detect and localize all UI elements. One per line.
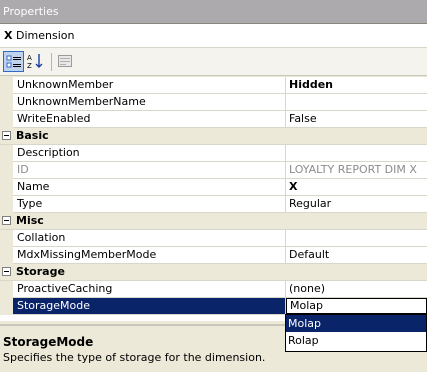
window-title: Properties: [3, 5, 59, 18]
sort-az-icon: A Z: [27, 54, 43, 69]
collapse-icon[interactable]: [2, 216, 11, 225]
property-value[interactable]: (none): [286, 281, 427, 297]
property-pages-button[interactable]: [55, 51, 76, 72]
row-gutter: [0, 145, 13, 162]
row-gutter: [0, 94, 13, 111]
category-storage[interactable]: Storage: [0, 264, 427, 281]
property-value[interactable]: [286, 94, 427, 110]
object-name: Dimension: [16, 29, 75, 42]
property-value[interactable]: False: [286, 111, 427, 127]
category-basic[interactable]: Basic: [0, 128, 427, 145]
toolbar-separator: [51, 53, 52, 71]
property-name[interactable]: MdxMissingMemberMode: [13, 247, 286, 263]
property-name[interactable]: Description: [13, 145, 286, 161]
row-gutter: [0, 162, 13, 179]
row-gutter: [0, 111, 13, 128]
description-text: Specifies the type of storage for the di…: [3, 351, 266, 364]
property-row-collation[interactable]: Collation: [0, 230, 427, 247]
property-value[interactable]: Default: [286, 247, 427, 263]
property-row-proactive-caching[interactable]: ProactiveCaching (none): [0, 281, 427, 298]
categorized-button[interactable]: [3, 51, 24, 72]
property-name[interactable]: UnknownMember: [13, 77, 286, 93]
categorized-icon: [6, 55, 21, 68]
property-name[interactable]: ID: [13, 162, 286, 178]
dropdown-option-rolap[interactable]: Rolap: [286, 332, 426, 349]
property-row-id[interactable]: ID LOYALTY REPORT DIM X: [0, 162, 427, 179]
property-row-description[interactable]: Description: [0, 145, 427, 162]
property-name[interactable]: ProactiveCaching: [13, 281, 286, 297]
property-grid: UnknownMember Hidden UnknownMemberName Writ…: [0, 77, 427, 321]
dropdown-option-molap[interactable]: Molap: [286, 315, 426, 332]
row-gutter: [0, 196, 13, 213]
collapse-icon[interactable]: [2, 267, 11, 276]
alphabetical-button[interactable]: A Z: [25, 51, 46, 72]
category-misc[interactable]: Misc: [0, 213, 427, 230]
property-value[interactable]: [286, 145, 427, 161]
property-row-write-enabled[interactable]: WriteEnabled False: [0, 111, 427, 128]
storage-mode-dropdown-list[interactable]: Molap Rolap: [285, 314, 427, 352]
row-gutter: [0, 247, 13, 264]
property-value[interactable]: [286, 230, 427, 246]
property-name[interactable]: WriteEnabled: [13, 111, 286, 127]
collapse-icon[interactable]: [2, 131, 11, 140]
dimension-icon: X: [4, 29, 13, 42]
properties-toolbar: A Z: [0, 48, 427, 76]
property-value[interactable]: Hidden: [286, 77, 427, 93]
row-gutter: [0, 179, 13, 196]
row-gutter: [0, 77, 13, 94]
property-value: LOYALTY REPORT DIM X: [289, 163, 417, 176]
property-pages-icon: [58, 55, 72, 67]
property-value[interactable]: X: [286, 179, 427, 195]
property-name[interactable]: Type: [13, 196, 286, 212]
property-value[interactable]: Regular: [286, 196, 427, 212]
property-value[interactable]: Molap: [286, 298, 427, 314]
category-label: Storage: [16, 265, 65, 278]
property-name[interactable]: Collation: [13, 230, 286, 246]
row-gutter: [0, 298, 13, 315]
category-label: Basic: [16, 129, 49, 142]
description-title: StorageMode: [3, 335, 94, 349]
property-row-unknown-member-name[interactable]: UnknownMemberName: [0, 94, 427, 111]
row-gutter: [0, 230, 13, 247]
property-row-mdx-missing-member-mode[interactable]: MdxMissingMemberMode Default: [0, 247, 427, 264]
category-label: Misc: [16, 214, 44, 227]
property-name[interactable]: Name: [13, 179, 286, 195]
property-row-storage-mode[interactable]: StorageMode Molap: [0, 298, 427, 315]
property-name[interactable]: UnknownMemberName: [13, 94, 286, 110]
title-bar: Properties: [0, 0, 427, 24]
property-row-name[interactable]: Name X: [0, 179, 427, 196]
object-selector[interactable]: X Dimension: [0, 24, 427, 48]
property-row-unknown-member[interactable]: UnknownMember Hidden: [0, 77, 427, 94]
svg-text:Z: Z: [27, 62, 32, 69]
property-name[interactable]: StorageMode: [13, 298, 286, 314]
row-gutter: [0, 281, 13, 298]
property-row-type[interactable]: Type Regular: [0, 196, 427, 213]
svg-text:A: A: [27, 54, 32, 62]
